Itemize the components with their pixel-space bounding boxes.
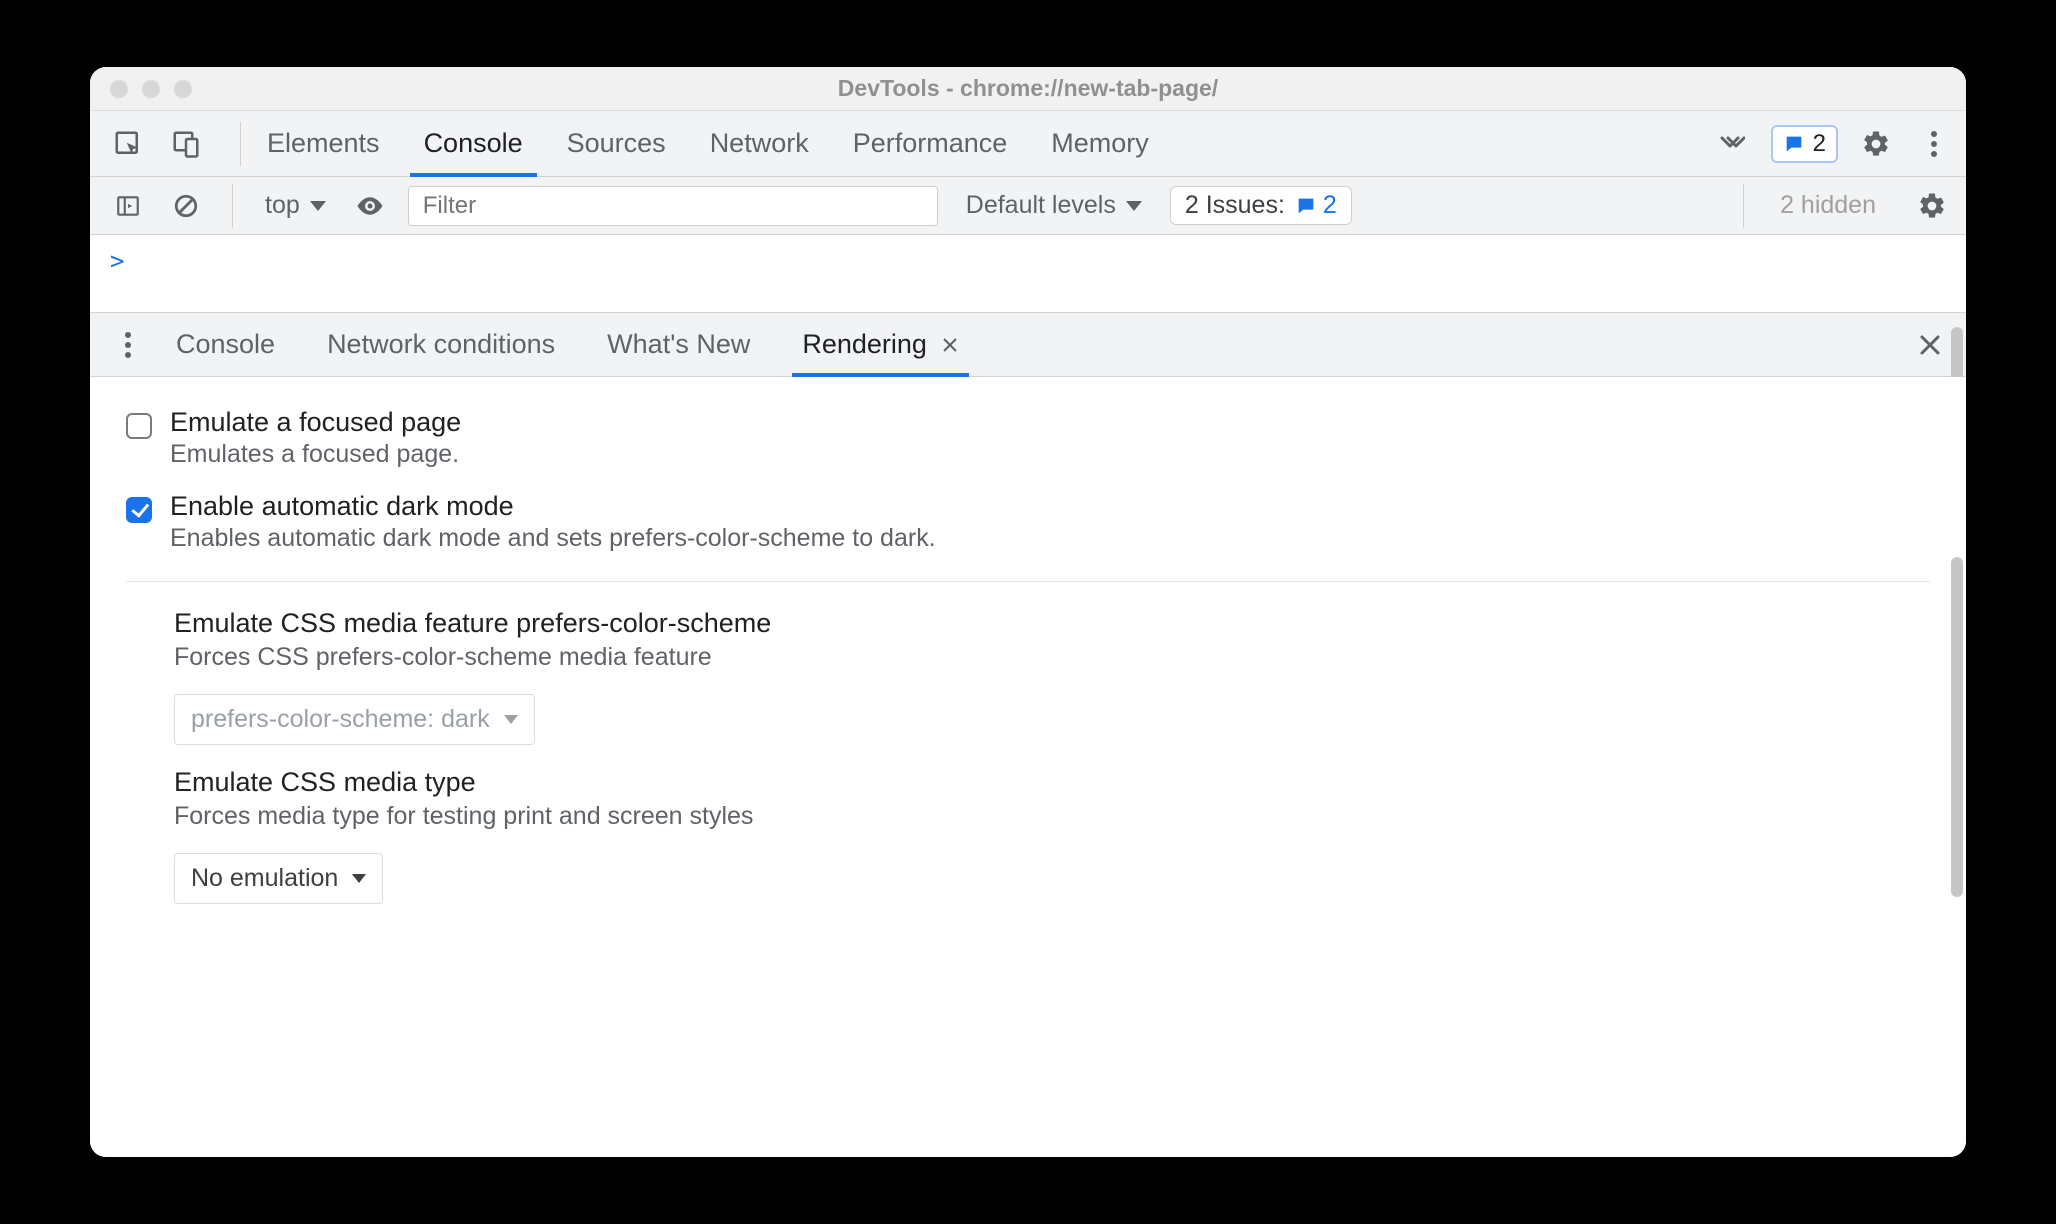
console-settings-gear-icon[interactable] [1912, 186, 1952, 226]
option-auto-dark-mode: Enable automatic dark mode Enables autom… [90, 483, 1966, 567]
execution-context-select[interactable]: top [259, 191, 332, 220]
separator [1743, 184, 1744, 228]
drawer-tab-rendering[interactable]: Rendering [802, 313, 959, 376]
log-levels-label: Default levels [966, 191, 1116, 220]
tab-console[interactable]: Console [424, 111, 523, 176]
drawer-tab-whats-new[interactable]: What's New [607, 313, 750, 376]
select-css-media-type[interactable]: No emulation [174, 853, 383, 904]
log-levels-select[interactable]: Default levels [956, 191, 1152, 220]
issues-count: 2 [1323, 191, 1337, 220]
traffic-zoom[interactable] [174, 80, 192, 98]
execution-context-label: top [265, 191, 300, 220]
option-title: Enable automatic dark mode [170, 491, 936, 522]
checkbox-emulate-focused-page[interactable] [126, 413, 152, 439]
drawer-tab-rendering-label: Rendering [802, 329, 927, 360]
hidden-messages-label[interactable]: 2 hidden [1770, 191, 1886, 220]
window-title: DevTools - chrome://new-tab-page/ [90, 75, 1966, 102]
drawer-menu-icon[interactable] [108, 325, 148, 365]
console-toolbar: top Default levels 2 Issues: 2 2 hidden [90, 177, 1966, 235]
separator [232, 184, 233, 228]
tab-network[interactable]: Network [710, 111, 809, 176]
drawer-tabstrip: Console Network conditions What's New Re… [90, 313, 1966, 377]
close-drawer-icon[interactable] [1910, 327, 1950, 363]
issues-chip[interactable]: 2 Issues: 2 [1170, 186, 1352, 225]
issues-icon [1295, 195, 1317, 217]
traffic-minimize[interactable] [142, 80, 160, 98]
select-value: prefers-color-scheme: dark [191, 705, 490, 734]
errors-count: 2 [1813, 130, 1826, 158]
separator [240, 122, 241, 166]
device-toolbar-icon[interactable] [166, 124, 206, 164]
filter-input[interactable] [408, 186, 938, 226]
chevron-down-icon [310, 201, 326, 211]
chevron-down-icon [1126, 201, 1142, 211]
select-value: No emulation [191, 864, 338, 893]
console-prompt: > [110, 247, 124, 275]
kebab-menu-icon[interactable] [1914, 124, 1954, 164]
drawer-tab-console[interactable]: Console [176, 313, 275, 376]
select-prefers-color-scheme[interactable]: prefers-color-scheme: dark [174, 694, 535, 745]
main-toolbar: Elements Console Sources Network Perform… [90, 111, 1966, 177]
option-desc: Forces CSS prefers-color-scheme media fe… [174, 643, 1936, 672]
errors-chip[interactable]: 2 [1771, 125, 1838, 163]
tab-elements[interactable]: Elements [267, 111, 380, 176]
option-desc: Forces media type for testing print and … [174, 802, 1936, 831]
traffic-close[interactable] [110, 80, 128, 98]
drawer-tab-network-conditions[interactable]: Network conditions [327, 313, 555, 376]
option-desc: Enables automatic dark mode and sets pre… [170, 524, 936, 553]
chevron-down-icon [352, 874, 366, 883]
tab-performance[interactable]: Performance [853, 111, 1008, 176]
rendering-panel: Emulate a focused page Emulates a focuse… [90, 377, 1966, 1157]
tab-sources[interactable]: Sources [567, 111, 666, 176]
option-desc: Emulates a focused page. [170, 440, 461, 469]
live-expression-eye-icon[interactable] [350, 186, 390, 226]
settings-gear-icon[interactable] [1856, 124, 1896, 164]
clear-console-icon[interactable] [166, 186, 206, 226]
close-tab-icon[interactable] [941, 336, 959, 354]
option-title: Emulate CSS media feature prefers-color-… [174, 608, 1936, 639]
divider [126, 581, 1930, 582]
toggle-sidebar-icon[interactable] [108, 186, 148, 226]
option-prefers-color-scheme: Emulate CSS media feature prefers-color-… [90, 608, 1966, 767]
tab-memory[interactable]: Memory [1051, 111, 1149, 176]
checkbox-auto-dark-mode[interactable] [126, 497, 152, 523]
chevron-down-icon [504, 715, 518, 724]
issues-label: 2 Issues: [1185, 191, 1285, 220]
devtools-window: DevTools - chrome://new-tab-page/ Elemen… [90, 67, 1966, 1157]
option-title: Emulate CSS media type [174, 767, 1936, 798]
more-tabs-icon[interactable] [1711, 134, 1753, 154]
option-emulate-focused-page: Emulate a focused page Emulates a focuse… [90, 399, 1966, 483]
inspect-element-icon[interactable] [108, 124, 148, 164]
option-title: Emulate a focused page [170, 407, 461, 438]
option-css-media-type: Emulate CSS media type Forces media type… [90, 767, 1966, 926]
panel-scrollbar-thumb[interactable] [1951, 557, 1963, 897]
console-body[interactable]: > [90, 235, 1966, 313]
titlebar: DevTools - chrome://new-tab-page/ [90, 67, 1966, 111]
